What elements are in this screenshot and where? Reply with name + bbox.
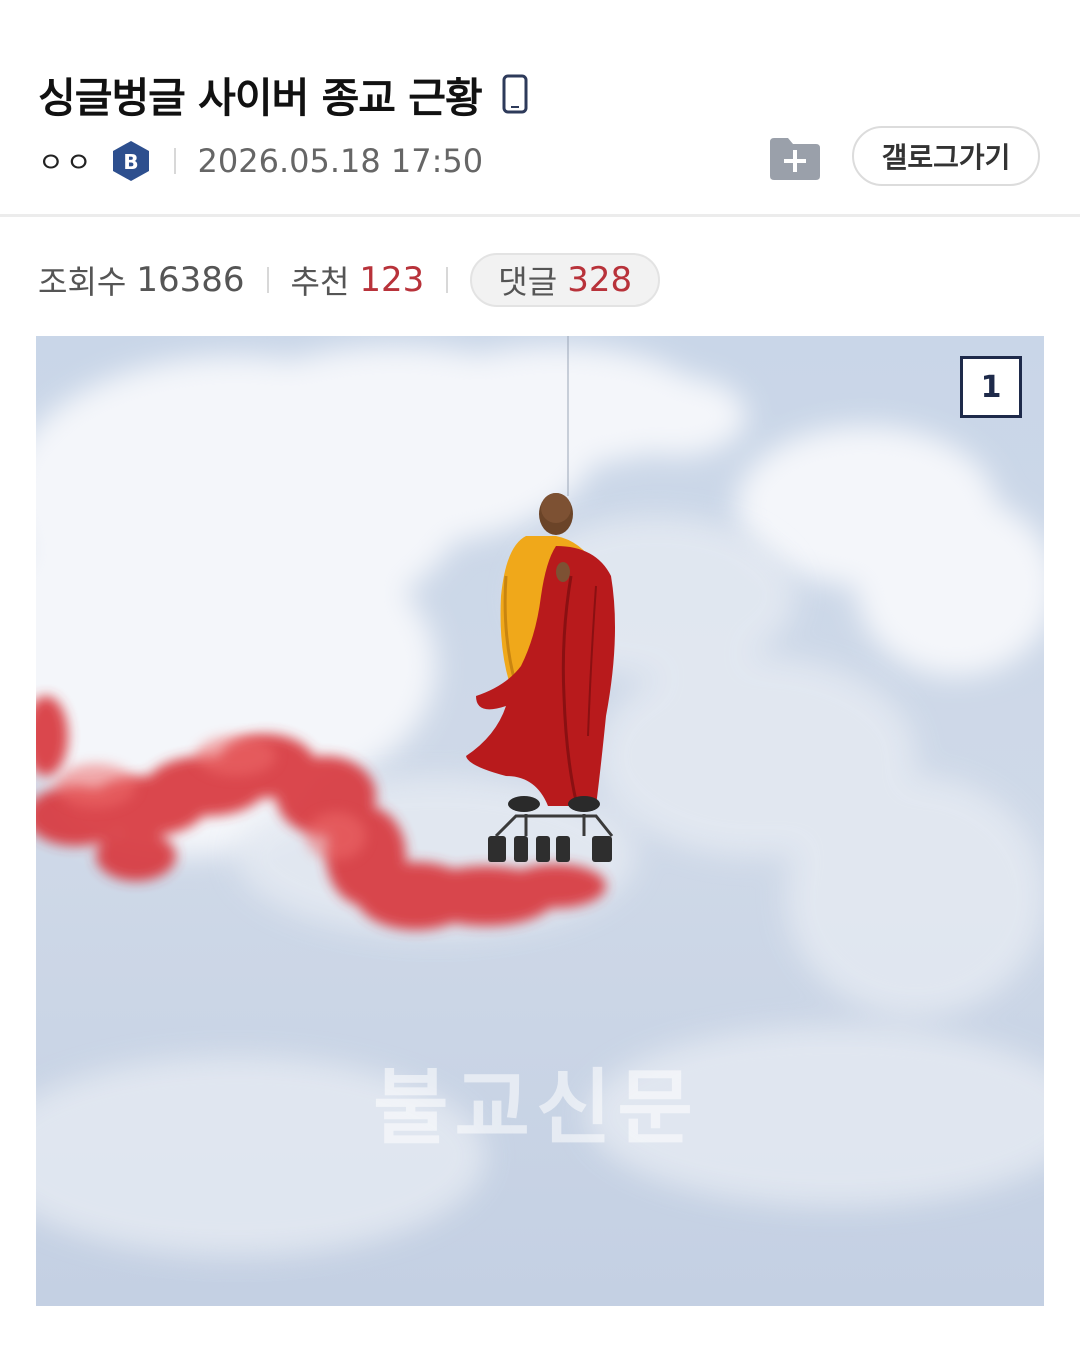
folder-add-button[interactable] [766,130,824,186]
header-divider [0,214,1080,217]
recommend-count: 123 [359,260,425,300]
stats-separator [266,267,269,293]
stats-separator [446,267,449,293]
recommend-label: 추천 [290,263,350,301]
image-page-counter[interactable]: 1 [960,356,1022,418]
author-name[interactable]: ㅇㅇ [38,141,94,181]
title-row: 싱글벙글 사이버 종교 근황 [38,64,528,124]
meta-separator [173,148,176,174]
post-title: 싱글벙글 사이버 종교 근황 [38,74,483,122]
svg-text:B: B [123,150,138,174]
comments-label: 댓글 [498,263,558,301]
b-badge-icon: B [110,139,152,183]
post-datetime: 2026.05.18 17:50 [197,142,484,180]
views-label: 조회수 [38,263,127,301]
comments-button[interactable]: 댓글 328 [470,253,661,307]
gallog-button[interactable]: 갤로그가기 [852,126,1040,186]
post-stats: 조회수 16386 추천 123 댓글 328 [38,252,661,308]
watermark-text: 불교신문 [373,1061,699,1156]
folder-add-icon [770,138,820,180]
mobile-phone-icon [502,74,528,114]
post-image[interactable]: 불교신문 [36,336,1044,1306]
views-count: 16386 [136,260,245,300]
comments-count: 328 [567,260,633,300]
post-header: 싱글벙글 사이버 종교 근황 ㅇㅇ B 2026.05.18 17:50 갤로그… [0,0,1080,216]
post-meta: ㅇㅇ B 2026.05.18 17:50 [38,136,483,186]
